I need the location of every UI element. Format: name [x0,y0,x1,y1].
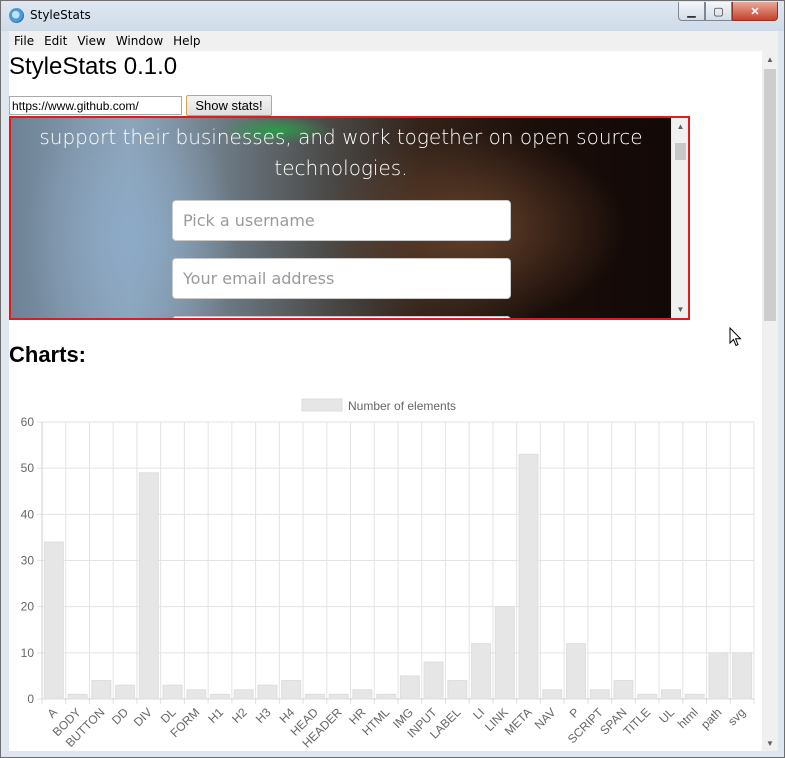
bar [637,693,658,700]
preview-headline-line-1: support their businesses, and work toget… [39,125,643,149]
minimize-button[interactable]: ▁ [678,2,705,21]
bar [566,643,586,700]
bar [210,693,230,700]
legend-label: Number of elements [348,399,456,413]
bar [542,689,563,700]
username-field[interactable]: Pick a username [172,200,511,241]
mouse-pointer-icon [729,327,742,347]
client-area: StyleStats 0.1.0 Show stats! support the… [9,51,762,751]
maximize-button[interactable]: ▢ [705,2,732,21]
bar [660,689,681,700]
app-icon [9,8,24,23]
close-icon: ✕ [750,5,760,18]
window-controls: ▁ ▢ ✕ [678,2,778,21]
bar [281,680,302,700]
main-scroll-thumb[interactable] [764,69,776,321]
x-tick-label: UL [656,705,677,726]
menu-file[interactable]: File [9,34,39,48]
bar [732,652,753,700]
bar [91,680,112,700]
x-tick-label: LI [470,705,487,722]
bar [186,689,207,700]
bar [352,689,373,700]
menu-view[interactable]: View [72,34,110,48]
x-tick-label: DD [109,705,131,727]
bar [304,693,325,700]
x-tick-label: H1 [205,705,226,726]
x-tick-label: P [567,705,583,721]
bar [684,693,705,700]
bar [233,689,254,700]
bar [328,693,349,700]
y-tick-label: 0 [27,692,34,706]
bar [589,689,610,700]
x-tick-label: DIV [131,705,155,729]
main-scroll-down-icon[interactable]: ▼ [762,735,778,751]
y-tick-label: 10 [21,646,35,660]
x-tick-label: svg [725,705,748,728]
elements-bar-chart: Number of elements0102030405060ABODYBUTT… [21,398,755,750]
bar [138,472,159,700]
page-title: StyleStats 0.1.0 [9,53,178,80]
title-bar[interactable]: StyleStats ▁ ▢ ✕ [1,1,784,31]
preview-headline: support their businesses, and work toget… [11,122,671,184]
bar [399,675,420,700]
bar [494,606,515,700]
x-tick-label: H3 [253,705,274,726]
y-tick-label: 30 [21,554,35,568]
website-preview-frame[interactable]: support their businesses, and work toget… [9,116,690,320]
y-tick-label: 50 [21,461,35,475]
menu-window[interactable]: Window [111,34,168,48]
bar [518,453,539,700]
bar [613,680,634,700]
x-tick-label: TITLE [620,705,653,738]
app-window: StyleStats ▁ ▢ ✕ File Edit View Window H… [0,0,785,758]
main-scrollbar[interactable]: ▲ ▼ [762,51,778,751]
url-input[interactable] [9,96,182,115]
bar [471,643,492,700]
preview-scroll-thumb[interactable] [675,143,686,160]
menu-help[interactable]: Help [168,34,205,48]
main-scroll-up-icon[interactable]: ▲ [762,51,778,67]
minimize-icon: ▁ [687,5,696,18]
window-title: StyleStats [30,8,91,22]
x-tick-label: NAV [532,705,559,732]
menu-edit[interactable]: Edit [39,34,72,48]
x-tick-label: H2 [229,705,250,726]
x-tick-label: html [675,705,701,731]
y-tick-label: 40 [21,507,35,521]
y-tick-label: 20 [21,600,35,614]
x-tick-label: HTML [359,705,392,738]
preview-headline-line-2: technologies. [274,156,408,180]
bar [447,680,468,700]
menu-bar: File Edit View Window Help [9,31,778,51]
show-stats-button[interactable]: Show stats! [186,95,272,116]
bar [708,652,729,700]
email-field[interactable]: Your email address [172,258,511,299]
x-tick-label: META [502,705,535,738]
bar [423,661,444,700]
x-tick-label: path [698,705,724,731]
x-tick-label: A [44,705,60,721]
bar [67,693,88,700]
y-tick-label: 60 [21,415,35,429]
bar [162,684,183,700]
legend-swatch [301,398,343,412]
preview-scrollbar[interactable]: ▲ ▼ [671,118,688,318]
bar [43,541,64,700]
scroll-up-arrow-icon[interactable]: ▲ [672,118,688,135]
bar [376,693,397,700]
close-button[interactable]: ✕ [732,2,778,21]
bar [115,684,136,700]
password-field-partial[interactable] [172,316,511,318]
maximize-icon: ▢ [713,5,724,18]
scroll-down-arrow-icon[interactable]: ▼ [672,301,688,318]
charts-heading: Charts: [9,342,87,367]
bar [257,684,278,700]
